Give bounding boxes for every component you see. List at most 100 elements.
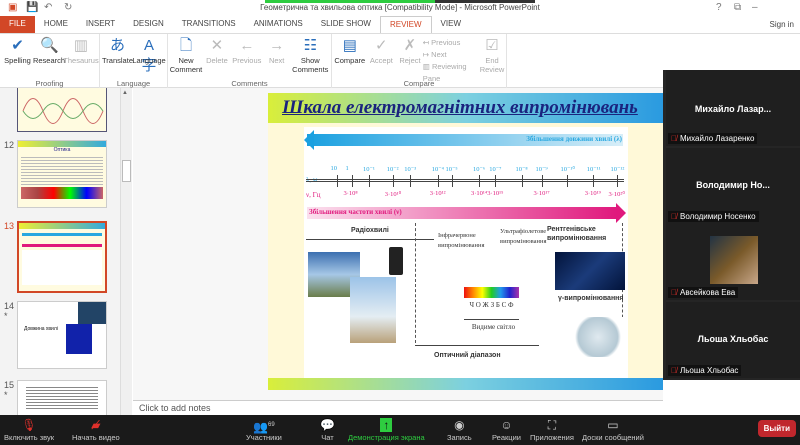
- minimize-button[interactable]: –: [752, 2, 758, 13]
- research-icon: 🔍: [40, 37, 59, 54]
- next-label: Next: [268, 56, 285, 65]
- participants-button[interactable]: 👥69 Участники: [246, 417, 282, 442]
- language-icon: A字: [141, 37, 157, 74]
- tab-home[interactable]: HOME: [35, 16, 77, 33]
- ribbon-tabs: FILE HOME INSERT DESIGN TRANSITIONS ANIM…: [0, 16, 800, 33]
- xray-label: Рентгенівське випромінювання: [547, 226, 607, 242]
- muted-mic-icon: 🎙̸: [671, 212, 677, 221]
- notes-pane[interactable]: Click to add notes: [133, 400, 663, 415]
- tab-insert[interactable]: INSERT: [77, 16, 124, 33]
- lambda-tick-label: 10⁻¹⁰: [560, 166, 576, 173]
- show-comments-label: Show Comments: [292, 56, 329, 74]
- nu-tick-label: 3·10¹⁴: [471, 190, 488, 197]
- infrared-label: Інфрачервоне випромінювання: [438, 232, 485, 249]
- help-button[interactable]: ?: [716, 2, 722, 13]
- tab-design[interactable]: DESIGN: [124, 16, 173, 33]
- tab-review[interactable]: REVIEW: [379, 16, 432, 33]
- leave-button[interactable]: Выйти: [757, 420, 796, 437]
- participant-tile-name: Володимир Но...: [696, 180, 770, 190]
- unmute-label: Включить звук: [4, 433, 55, 442]
- slide-number: 12: [4, 140, 15, 150]
- start-video-button[interactable]: ▰̸ Начать видео: [72, 417, 120, 442]
- slide-number: 15: [4, 380, 15, 390]
- tab-view[interactable]: VIEW: [432, 16, 470, 33]
- reactions-button[interactable]: ☺ Реакции: [492, 417, 521, 442]
- slide-title: Шкала електромагнітних випромінювань: [282, 97, 638, 118]
- axis-tick: [479, 175, 480, 187]
- axis-tick: [437, 175, 439, 187]
- translate-label: Translate: [102, 56, 133, 65]
- share-screen-icon: ↑: [348, 417, 425, 433]
- whiteboards-button[interactable]: ▭ Доски сообщений: [582, 417, 644, 442]
- accept-icon: ✓: [375, 37, 388, 54]
- apps-button[interactable]: ⛶ Приложения: [530, 417, 574, 442]
- lambda-tick-label: 10⁻⁴: [431, 166, 444, 173]
- slide-number: 14: [4, 301, 15, 311]
- em-scale-figure: Збільшення довжини хвилі (λ) λ, м ν, Гц …: [304, 127, 628, 379]
- axis-tick: [541, 175, 543, 187]
- zoom-toolbar: 🎙 Включить звук ▰̸ Начать видео 👥69 Участни…: [0, 415, 800, 445]
- slide-footer-band: [268, 378, 663, 390]
- participant-tile-name: Михайло Лазар...: [694, 104, 772, 114]
- chat-label: Чат: [321, 433, 334, 442]
- scale-axis: [306, 179, 624, 182]
- reactions-label: Реакции: [492, 433, 521, 442]
- end-review-icon: ☑: [485, 37, 499, 54]
- lambda-tick-label: 10⁻¹¹: [586, 166, 601, 173]
- participant-label: 🎙̸ Авсейкова Ева: [668, 287, 739, 298]
- accept-label: Accept: [369, 56, 393, 65]
- animation-star: *: [4, 390, 8, 400]
- unmute-button[interactable]: 🎙 Включить звук: [4, 417, 54, 442]
- participant-tile[interactable]: Володимир Но... 🎙̸ Володимир Носенко: [666, 148, 800, 224]
- slide-thumbnail-11[interactable]: [17, 88, 107, 132]
- scroll-up-icon[interactable]: ▲: [122, 90, 128, 96]
- tab-slide-show[interactable]: SLIDE SHOW: [312, 16, 380, 33]
- participants-count: 69: [268, 422, 275, 428]
- nu-tick-label: 3·10¹⁰: [384, 191, 402, 198]
- compare-group: ▤ Compare ✓ Accept ✗ Reject ↤ Previous ↦ Ne…: [332, 34, 507, 89]
- thumbnail-text: Довжина хвилі: [24, 326, 58, 332]
- reactions-icon: ☺: [500, 418, 513, 432]
- tab-transitions[interactable]: TRANSITIONS: [173, 16, 245, 33]
- chat-button[interactable]: 💬 Чат: [320, 417, 335, 442]
- video-off-icon: ▰̸: [91, 418, 101, 432]
- lambda-tick-label: 1: [345, 165, 349, 172]
- lambda-tick-label: 10: [330, 165, 338, 172]
- language-group-label: Language: [116, 79, 151, 88]
- comments-group: 🗋 New Comment ✕ Delete ← Previous → Next ☷ Sh…: [168, 34, 332, 89]
- participant-tile-video[interactable]: 🎙̸ Авсейкова Ева: [666, 224, 800, 300]
- slide-thumbnail-12[interactable]: Оптика: [17, 140, 107, 208]
- compare-next-button[interactable]: ↦ Next: [423, 49, 480, 61]
- scrollbar-thumb[interactable]: [122, 160, 131, 182]
- optical-range-label: Оптичний діапазон: [434, 352, 501, 359]
- ribbon-display-button[interactable]: ⧉: [734, 2, 741, 13]
- nu-tick-label: 3·10¹⁵: [487, 190, 504, 197]
- lambda-tick-label: 10⁻¹: [363, 166, 375, 173]
- slide-thumbnail-15[interactable]: [17, 380, 107, 415]
- participants-label: Участники: [246, 433, 282, 442]
- tab-animations[interactable]: ANIMATIONS: [245, 16, 312, 33]
- record-button[interactable]: ◉ Запись: [447, 417, 472, 442]
- sign-in-link[interactable]: Sign in: [770, 20, 794, 29]
- slide-thumbnail-14[interactable]: Довжина хвилі: [17, 301, 107, 369]
- thumbnails-scrollbar[interactable]: ▲: [120, 88, 132, 415]
- nu-tick-label: 3·10²⁰: [608, 191, 625, 198]
- end-review-label: End Review: [479, 56, 505, 74]
- chat-icon: 💬: [320, 418, 335, 432]
- muted-mic-icon: 🎙: [21, 418, 37, 432]
- slide-thumbnail-13-selected[interactable]: [17, 221, 107, 293]
- nu-tick-label: 3·10¹²: [429, 190, 446, 197]
- share-screen-button[interactable]: ↑ Демонстрация экрана: [348, 417, 425, 442]
- participant-name: Володимир Носенко: [680, 212, 756, 221]
- tab-file[interactable]: FILE: [0, 16, 35, 33]
- new-comment-icon: 🗋: [179, 37, 193, 54]
- participant-tile-name: Льоша Хльобас: [697, 334, 769, 344]
- proofing-label: Proofing: [35, 79, 64, 88]
- participant-tile[interactable]: Льоша Хльобас 🎙̸ Льоша Хльобас: [666, 302, 800, 378]
- participant-tile[interactable]: Михайло Лазар... 🎙̸ Михайло Лазаренко: [666, 70, 800, 146]
- nu-tick-label: 3·10⁸: [343, 190, 358, 197]
- axis-tick: [495, 175, 497, 187]
- axis-tick: [336, 175, 338, 187]
- whiteboards-label: Доски сообщений: [582, 433, 644, 442]
- compare-previous-button[interactable]: ↤ Previous: [423, 37, 480, 49]
